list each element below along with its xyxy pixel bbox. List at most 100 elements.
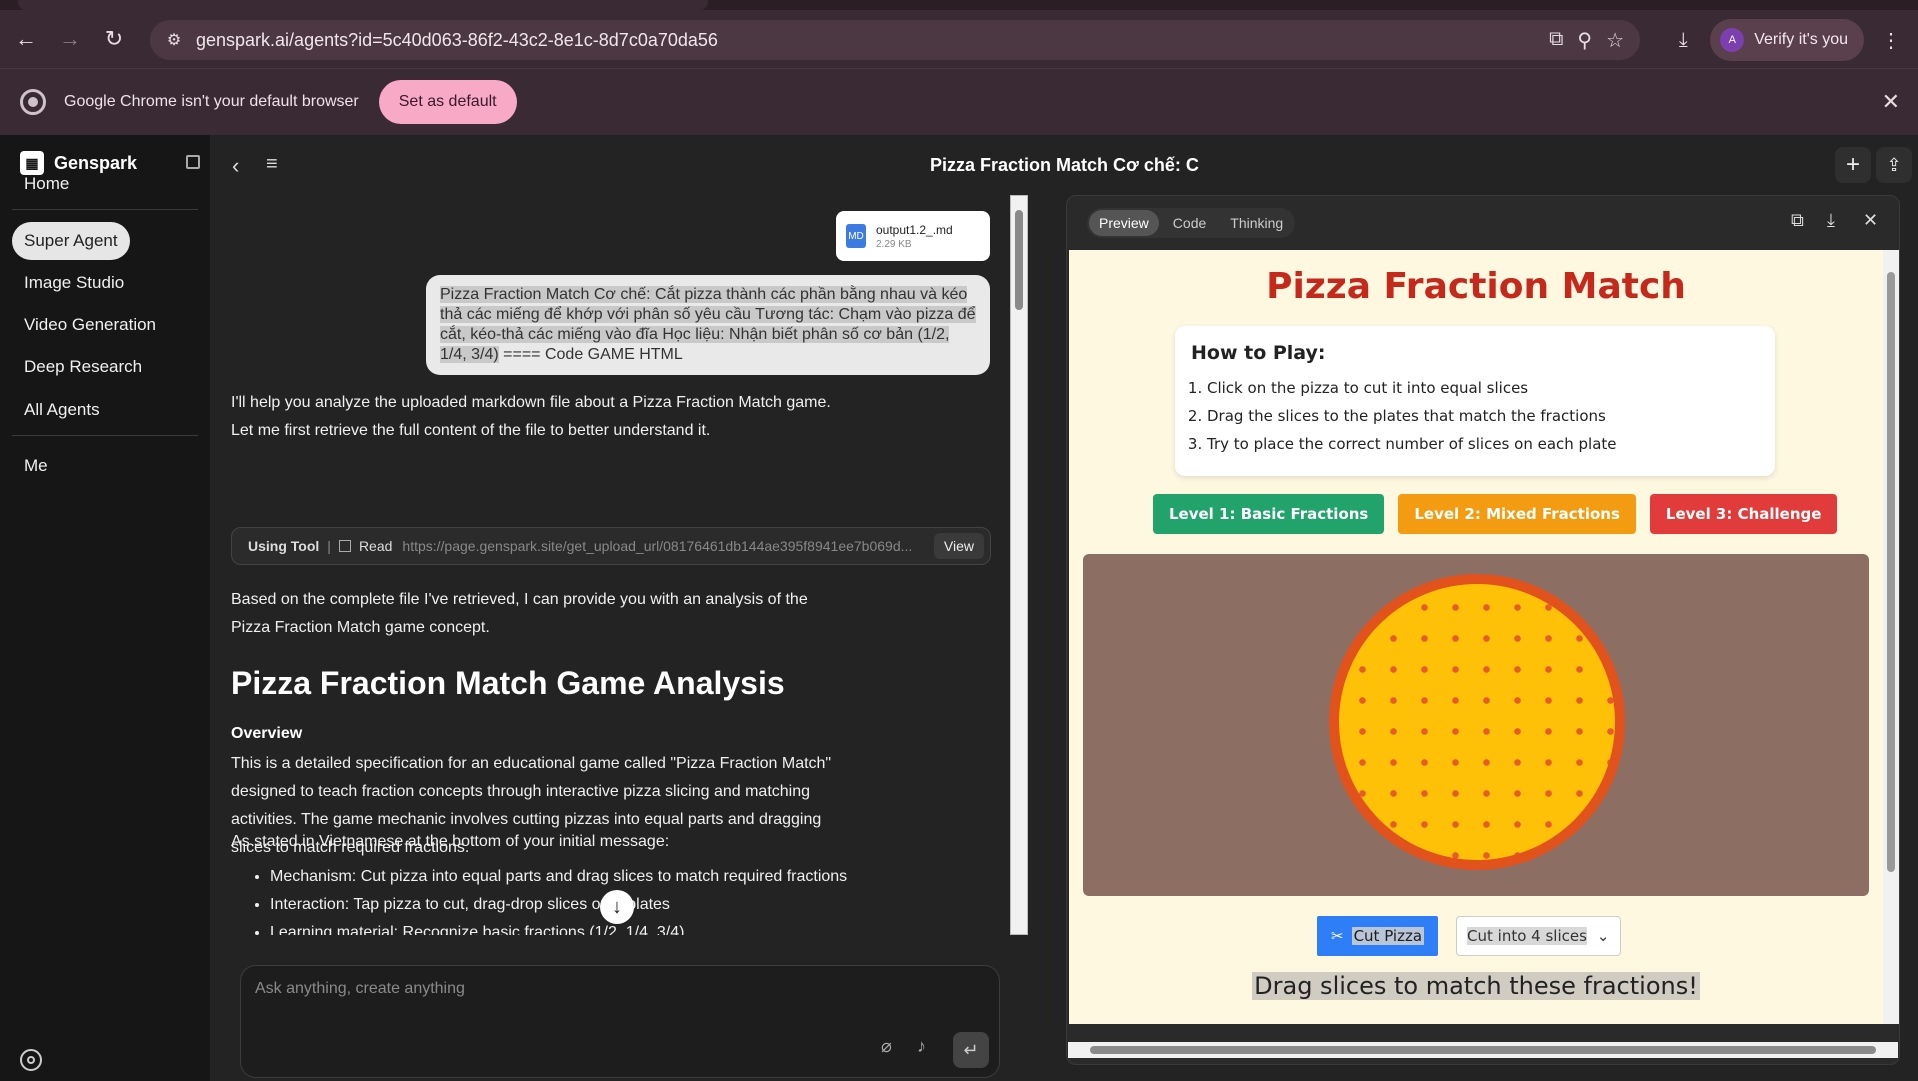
how-to-play-card: How to Play: Click on the pizza to cut i… [1175,326,1775,476]
instruction-text: Drag slices to match these fractions! [1069,972,1883,1000]
list-item: Drag the slices to the plates that match… [1207,402,1759,430]
list-item: Mechanism: Cut pizza into equal parts an… [270,863,847,891]
download-icon[interactable]: ⤓ [1827,210,1835,231]
back-icon[interactable]: ← [8,21,44,57]
install-app-icon[interactable]: ⧉ [1549,28,1563,53]
scrollbar-thumb[interactable] [1887,272,1895,872]
microphone-icon[interactable]: ♪ [917,1036,926,1057]
preview-scrollbar[interactable] [1883,250,1899,1024]
file-icon: MD [846,224,866,248]
tab-code[interactable]: Code [1163,210,1216,236]
sidebar-item-deep-research[interactable]: Deep Research [12,348,154,386]
chevron-down-icon: ⌄ [1596,927,1610,945]
chat-scrollbar[interactable] [1010,195,1028,935]
game-title: Pizza Fraction Match [1266,266,1686,307]
sidebar-item-video-generation[interactable]: Video Generation [12,306,168,344]
slice-count-select[interactable]: Cut into 4 slices ⌄ [1456,916,1621,956]
assistant-paragraph: As stated in Vietnamese at the bottom of… [231,833,670,850]
divider [12,209,198,210]
tool-separator: | [327,538,331,554]
share-icon[interactable]: ⇪ [1876,147,1912,183]
tool-url: https://page.genspark.site/get_upload_ur… [402,538,913,554]
zoom-icon[interactable]: ⚲ [1577,28,1592,53]
pizza-controls: ✂ Cut Pizza Cut into 4 slices ⌄ [1317,916,1621,956]
level-3-button[interactable]: Level 3: Challenge [1649,494,1838,534]
site-info-icon[interactable]: ⚙ [156,30,192,50]
menu-dots-icon[interactable]: ⋮ [1874,23,1908,57]
infobar-message: Google Chrome isn't your default browser [64,93,359,110]
scrollbar-thumb[interactable] [1015,210,1023,310]
avatar: A [1720,28,1745,52]
tool-call-box: Using Tool | Read https://page.genspark.… [231,527,991,565]
utensils-icon: ✂ [1331,927,1344,945]
sidebar-item-home[interactable]: Home [12,165,81,203]
bookmark-star-icon[interactable]: ☆ [1606,28,1624,53]
subsection-heading: Overview [231,725,303,742]
sidebar: ▦ Genspark Home Super Agent Image Studio… [0,135,210,1081]
set-default-button[interactable]: Set as default [378,80,517,124]
preview-frame: Pizza Fraction Match How to Play: Click … [1069,250,1899,1024]
attach-icon[interactable]: ⌀ [881,1036,892,1057]
scrollbar-thumb[interactable] [1090,1046,1876,1054]
active-tab[interactable] [18,0,708,10]
profile-verify-button[interactable]: A Verify it's you [1710,19,1864,61]
close-icon[interactable]: ✕ [1882,89,1900,115]
tool-read-label: Read [358,538,393,554]
default-browser-infobar: Google Chrome isn't your default browser… [0,68,1918,135]
sidebar-item-all-agents[interactable]: All Agents [12,391,112,429]
pizza-board [1083,554,1869,896]
preview-panel: Preview Code Thinking ⧉ ⤓ ✕ Pizza Fracti… [1066,195,1900,1065]
list-item: Try to place the correct number of slice… [1207,430,1759,458]
divider [12,435,198,436]
new-chat-button[interactable]: + [1835,147,1871,183]
level-1-button[interactable]: Level 1: Basic Fractions [1153,494,1385,534]
downloads-icon[interactable]: ⤓ [1666,23,1700,57]
settings-icon[interactable] [20,1049,42,1071]
instruction-label: Drag slices to match these fractions! [1252,972,1700,1000]
chat-thread: MD output1.2_.md 2.29 KB Pizza Fraction … [210,195,1030,935]
main-header: ‹ ≡ Pizza Fraction Match Cơ chế: C + ⇪ [210,135,1918,195]
attached-file-card[interactable]: MD output1.2_.md 2.29 KB [836,211,990,261]
tab-thinking[interactable]: Thinking [1220,210,1293,236]
url-text[interactable]: genspark.ai/agents?id=5c40d063-86f2-43c2… [196,30,718,51]
level-buttons: Level 1: Basic Fractions Level 2: Mixed … [1153,494,1838,534]
reload-icon[interactable]: ↻ [96,21,132,57]
menu-lines-icon[interactable]: ≡ [266,153,278,176]
tab-preview[interactable]: Preview [1089,210,1159,236]
assistant-paragraph: I'll help you analyze the uploaded markd… [231,394,831,439]
sidebar-item-me[interactable]: Me [12,447,60,485]
panel-tabs: Preview Code Thinking [1087,208,1296,238]
bullet-list: Mechanism: Cut pizza into equal parts an… [252,863,847,935]
scroll-down-button[interactable]: ↓ [600,890,634,924]
level-2-button[interactable]: Level 2: Mixed Fractions [1398,494,1636,534]
file-name: output1.2_.md [876,222,953,237]
list-item: Learning material: Recognize basic fract… [270,919,847,935]
section-heading: Pizza Fraction Match Game Analysis [231,665,785,701]
forward-icon[interactable]: → [52,21,88,57]
verify-label: Verify it's you [1754,31,1848,48]
file-size: 2.29 KB [876,238,912,250]
list-item: Interaction: Tap pizza to cut, drag-drop… [270,891,847,919]
close-icon[interactable]: ✕ [1863,210,1878,231]
browser-toolbar: ← → ↻ ⚙ genspark.ai/agents?id=5c40d063-8… [0,0,1918,68]
page-title: Pizza Fraction Match Cơ chế: C [930,155,1199,175]
list-item: Click on the pizza to cut it into equal … [1207,374,1759,402]
chat-composer[interactable]: Ask anything, create anything ⌀ ♪ ↵ [240,965,1000,1078]
chrome-logo-icon [20,89,46,115]
chevron-left-icon[interactable]: ‹ [232,153,239,179]
sidebar-item-super-agent[interactable]: Super Agent [12,222,130,260]
sidebar-collapse-icon[interactable] [186,155,200,169]
sidebar-item-image-studio[interactable]: Image Studio [12,264,136,302]
send-button[interactable]: ↵ [953,1032,989,1068]
cut-pizza-button[interactable]: ✂ Cut Pizza [1317,916,1439,956]
view-button[interactable]: View [933,533,984,559]
how-to-play-steps: Click on the pizza to cut it into equal … [1207,374,1759,458]
preview-horizontal-scrollbar[interactable] [1068,1042,1898,1058]
address-bar[interactable]: ⚙ genspark.ai/agents?id=5c40d063-86f2-43… [150,20,1640,60]
slice-count-value: Cut into 4 slices [1467,927,1587,945]
open-external-icon[interactable]: ⧉ [1791,210,1804,231]
user-message-tail: ==== Code GAME HTML [498,346,683,363]
cut-pizza-label: Cut Pizza [1351,927,1425,945]
composer-input[interactable]: Ask anything, create anything [255,980,465,998]
pizza[interactable] [1329,574,1625,870]
